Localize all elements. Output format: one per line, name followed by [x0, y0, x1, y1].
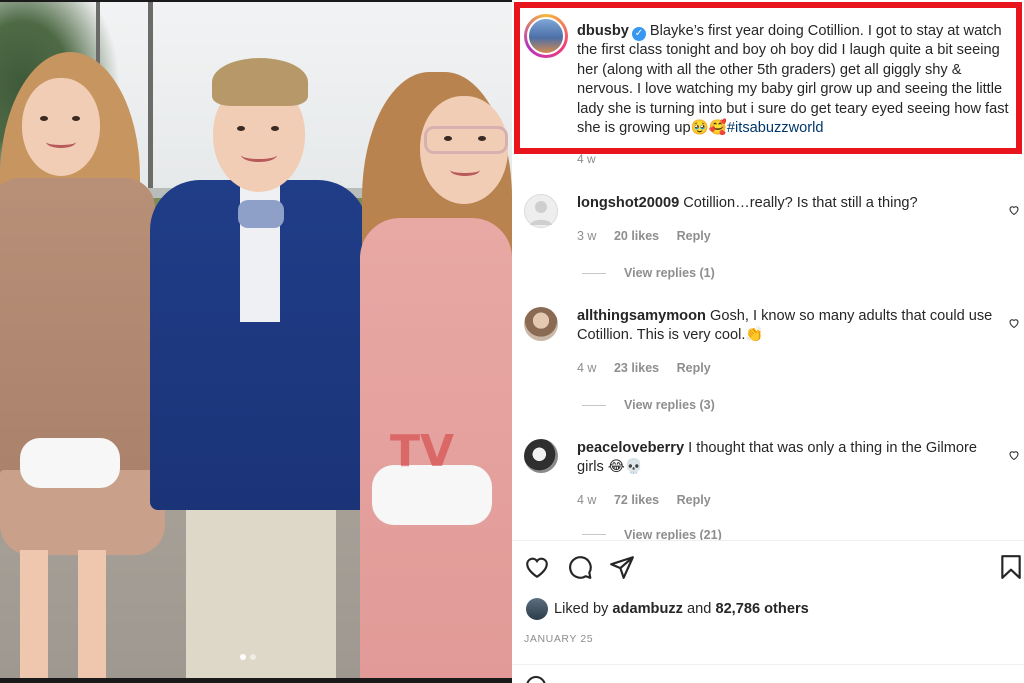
- carousel-dot: [250, 654, 256, 660]
- comment-text: allthingsamymoon Gosh, I know so many ad…: [577, 307, 997, 346]
- watermark-text: TV: [390, 426, 455, 477]
- comment-text: longshot20009 Cotillion…really? Is that …: [577, 194, 997, 213]
- reply-button[interactable]: Reply: [677, 361, 711, 375]
- comment-time: 4 w: [577, 493, 597, 507]
- comment-text: peaceloveberry I thought that was only a…: [577, 439, 997, 478]
- replies-line: [582, 534, 606, 535]
- section-divider: [512, 664, 1024, 665]
- section-divider: [512, 540, 1024, 541]
- reply-button[interactable]: Reply: [677, 229, 711, 243]
- frame-edge: [0, 0, 512, 2]
- girl-left-leg: [20, 550, 48, 683]
- carousel-dot: [240, 654, 246, 660]
- post-photo[interactable]: TV: [0, 0, 512, 683]
- post-details-panel: dbusby ✓ Blayke’s first year doing Cotilli…: [512, 0, 1024, 683]
- comment-likes[interactable]: 72 likes: [614, 493, 659, 507]
- boy-bowtie: [238, 200, 284, 228]
- girl-left-face: [22, 78, 100, 176]
- comment-meta: 3 w 20 likes Reply: [577, 229, 725, 243]
- watermark-logo: TV: [390, 426, 500, 506]
- boy-hair: [212, 58, 308, 106]
- view-replies-button[interactable]: View replies (1): [582, 266, 715, 280]
- comment-avatar[interactable]: [524, 194, 558, 228]
- comment-avatar[interactable]: [524, 307, 558, 341]
- comment-item: allthingsamymoon Gosh, I know so many ad…: [512, 303, 1024, 413]
- view-replies-label: View replies (3): [624, 398, 715, 412]
- frame-edge: [0, 678, 512, 683]
- comment-likes[interactable]: 20 likes: [614, 229, 659, 243]
- comment-username[interactable]: peaceloveberry: [577, 440, 684, 456]
- view-replies-button[interactable]: View replies (3): [582, 398, 715, 412]
- caption-timestamp: 4 w: [577, 152, 596, 166]
- liker-username[interactable]: adambuzz: [612, 601, 683, 617]
- comment-username[interactable]: longshot20009: [577, 195, 679, 211]
- emoji-icon[interactable]: [526, 676, 546, 683]
- comment-time: 4 w: [577, 361, 597, 375]
- photo-pole: [148, 0, 153, 200]
- reply-button[interactable]: Reply: [677, 493, 711, 507]
- comment-time: 3 w: [577, 229, 597, 243]
- comment-meta: 4 w 23 likes Reply: [577, 361, 725, 375]
- post-date: JANUARY 25: [524, 633, 594, 645]
- likes-middle: and: [687, 601, 712, 617]
- comment-body: Cotillion…really? Is that still a thing?: [683, 195, 918, 211]
- likes-summary: Liked by adambuzz and 82,786 others: [526, 598, 809, 620]
- post-actions-bar: [512, 554, 1024, 584]
- girl-left-leg: [78, 550, 106, 683]
- liker-avatar[interactable]: [526, 598, 548, 620]
- comment-icon[interactable]: [567, 554, 593, 580]
- view-replies-label: View replies (21): [624, 529, 722, 540]
- view-replies-label: View replies (1): [624, 266, 715, 280]
- view-replies-button[interactable]: View replies (21): [582, 529, 722, 540]
- comment-username[interactable]: allthingsamymoon: [577, 308, 706, 324]
- comment-meta: 4 w 72 likes Reply: [577, 493, 725, 507]
- replies-line: [582, 404, 606, 406]
- comment-item: peaceloveberry I thought that was only a…: [512, 435, 1024, 545]
- heart-icon[interactable]: [1008, 204, 1020, 216]
- bookmark-icon[interactable]: [998, 554, 1024, 580]
- highlight-box: [514, 2, 1022, 154]
- comment-item: longshot20009 Cotillion…really? Is that …: [512, 190, 1024, 300]
- heart-icon[interactable]: [1008, 449, 1020, 461]
- comment-avatar[interactable]: [524, 439, 558, 473]
- carousel-dots: [240, 654, 256, 660]
- girl-left-gloves: [20, 438, 120, 488]
- heart-icon[interactable]: [1008, 317, 1020, 329]
- girl-right-glasses: [424, 126, 508, 154]
- likes-count[interactable]: 82,786 others: [715, 601, 808, 617]
- replies-line: [582, 272, 606, 274]
- heart-icon[interactable]: [524, 554, 550, 580]
- send-icon[interactable]: [609, 554, 635, 580]
- likes-prefix: Liked by: [554, 601, 609, 617]
- comment-likes[interactable]: 23 likes: [614, 361, 659, 375]
